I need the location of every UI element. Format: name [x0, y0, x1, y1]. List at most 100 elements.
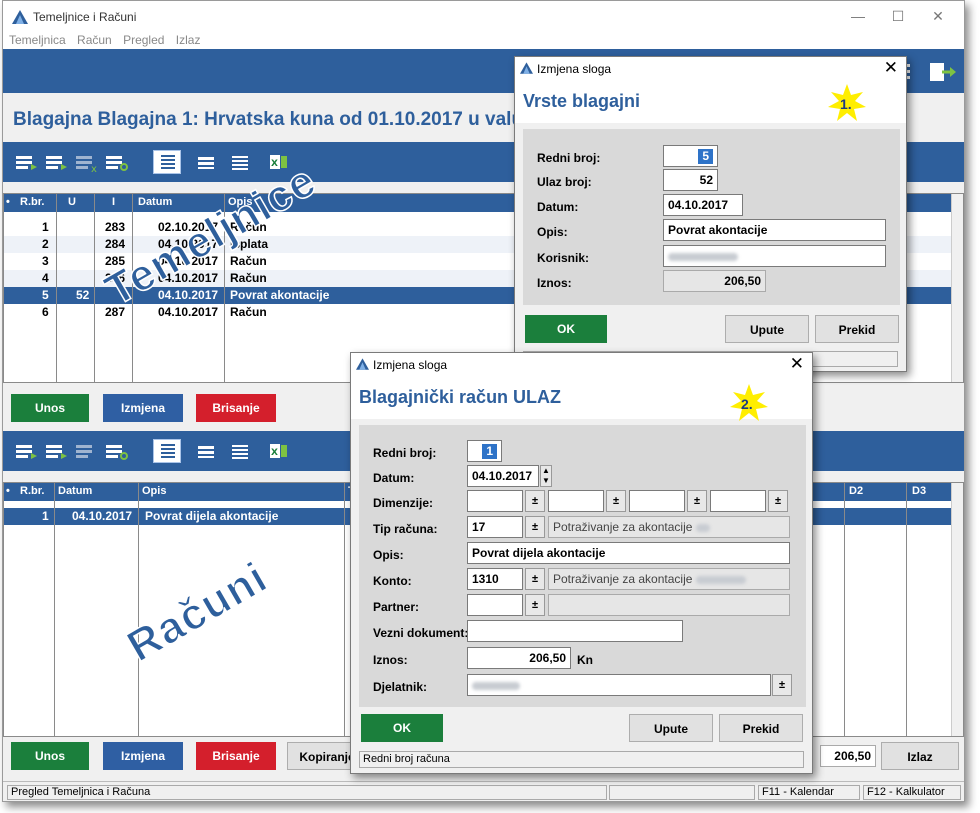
cell-rbr: 1	[42, 220, 49, 234]
view-list-icon[interactable]	[193, 439, 221, 463]
partner-dropdown-icon[interactable]: ±	[525, 594, 545, 616]
dimenzija-1-dropdown-icon[interactable]: ±	[525, 490, 545, 512]
cell-u: 52	[76, 288, 90, 302]
ok-button[interactable]: OK	[361, 714, 443, 742]
temeljnice-unos-button[interactable]: Unos	[11, 394, 89, 422]
menu-racun[interactable]: Račun	[77, 31, 112, 49]
label-datum: Datum:	[537, 200, 579, 214]
dimenzija-2-field[interactable]	[548, 490, 604, 512]
ok-button[interactable]: OK	[525, 315, 607, 343]
col-header-datum[interactable]: Datum	[138, 196, 172, 208]
svg-text:x: x	[91, 164, 97, 174]
redni-broj-field[interactable]: 1	[467, 440, 502, 462]
konto-dropdown-icon[interactable]: ±	[525, 568, 545, 590]
upute-button[interactable]: Upute	[725, 315, 809, 343]
partner-field[interactable]	[467, 594, 523, 616]
close-icon[interactable]: ✕	[884, 58, 898, 78]
close-window-button[interactable]: ✕	[918, 5, 958, 27]
upute-button[interactable]: Upute	[629, 714, 713, 742]
opis-field[interactable]: Povrat dijela akontacije	[467, 542, 790, 564]
iznos-field[interactable]: 206,50	[467, 647, 571, 669]
col-header-d2[interactable]: D2	[849, 485, 863, 497]
maximize-button[interactable]: ☐	[878, 5, 918, 27]
temeljnice-brisanje-button[interactable]: Brisanje	[196, 394, 276, 422]
cell-opis: Račun	[230, 305, 267, 319]
add-row-icon[interactable]	[13, 150, 41, 174]
dimenzija-4-field[interactable]	[710, 490, 766, 512]
opis-field[interactable]: Povrat akontacije	[663, 219, 886, 241]
dialog-title: Izmjena sloga	[373, 358, 448, 372]
label-iznos: Iznos:	[373, 653, 408, 667]
prekid-button[interactable]: Prekid	[815, 315, 899, 343]
delete-row-icon[interactable]: x	[73, 150, 101, 175]
excel-export-icon[interactable]: X	[265, 439, 293, 463]
racuni-unos-button[interactable]: Unos	[11, 742, 89, 770]
edit-row-icon[interactable]	[43, 150, 71, 174]
tip-racuna-dropdown-icon[interactable]: ±	[525, 516, 545, 538]
redacted-value	[668, 252, 738, 261]
refresh-row-icon[interactable]	[103, 439, 131, 463]
delete-row-icon[interactable]	[73, 439, 101, 463]
refresh-row-icon[interactable]	[103, 150, 131, 174]
minimize-button[interactable]: —	[838, 5, 878, 27]
partner-naziv	[548, 594, 790, 616]
view-detail-icon[interactable]	[153, 439, 181, 463]
racuni-izmjena-button[interactable]: Izmjena	[103, 742, 183, 770]
datum-field[interactable]: 04.10.2017	[663, 194, 743, 216]
status-f11[interactable]: F11 - Kalendar	[758, 785, 860, 800]
label-datum: Datum:	[373, 471, 415, 485]
dimenzija-3-dropdown-icon[interactable]: ±	[687, 490, 707, 512]
window-title: Temeljnice i Računi	[33, 10, 137, 24]
menu-pregled[interactable]: Pregled	[123, 31, 164, 49]
korisnik-field[interactable]	[663, 245, 886, 267]
cell-i: 284	[105, 237, 126, 251]
tip-racuna-field[interactable]: 17	[467, 516, 523, 538]
dimenzija-4-dropdown-icon[interactable]: ±	[768, 490, 788, 512]
redni-broj-field[interactable]: 5	[663, 145, 718, 167]
date-spinner-icon[interactable]: ▲ ▼	[540, 465, 552, 487]
status-text: Pregled Temeljnica i Računa	[7, 785, 607, 800]
ulaz-broj-field[interactable]: 52	[663, 169, 718, 191]
col-header-d3[interactable]: D3	[912, 485, 926, 497]
cell-datum: 04.10.2017	[158, 305, 219, 319]
datum-field[interactable]: 04.10.2017	[467, 465, 539, 487]
racuni-scrollbar[interactable]	[951, 483, 963, 736]
label-ulaz-broj: Ulaz broj:	[537, 175, 592, 189]
menu-temeljnica[interactable]: Temeljnica	[9, 31, 66, 49]
view-detail-icon[interactable]	[153, 150, 181, 174]
col-divider	[54, 483, 55, 736]
edit-row-icon[interactable]	[43, 439, 71, 463]
izlaz-button[interactable]: Izlaz	[881, 742, 959, 770]
redacted-value	[695, 523, 710, 532]
racuni-brisanje-button[interactable]: Brisanje	[196, 742, 276, 770]
step-badge-1: 1.	[828, 84, 866, 121]
add-row-icon[interactable]	[13, 439, 41, 463]
col-header-rbr[interactable]: R.br.	[20, 485, 44, 497]
konto-field[interactable]: 1310	[467, 568, 523, 590]
temeljnice-scrollbar[interactable]	[951, 194, 963, 382]
col-header-opis[interactable]: Opis	[142, 485, 166, 497]
view-compact-icon[interactable]	[227, 439, 255, 463]
djelatnik-dropdown-icon[interactable]: ±	[772, 674, 792, 696]
prekid-button[interactable]: Prekid	[719, 714, 803, 742]
djelatnik-field[interactable]	[467, 674, 771, 696]
dimenzija-3-field[interactable]	[629, 490, 685, 512]
cell-opis: Račun	[230, 254, 267, 268]
dimenzija-2-dropdown-icon[interactable]: ±	[606, 490, 626, 512]
vrste-blagajni-dialog: Izmjena sloga ✕ Vrste blagajni 1. Redni …	[514, 56, 907, 372]
vezni-dokument-field[interactable]	[467, 620, 683, 642]
menu-izlaz[interactable]: Izlaz	[176, 31, 201, 49]
close-icon[interactable]: ✕	[790, 354, 804, 374]
col-header-datum[interactable]: Datum	[58, 485, 92, 497]
temeljnice-izmjena-button[interactable]: Izmjena	[103, 394, 183, 422]
col-header-u[interactable]: U	[68, 196, 76, 208]
col-header-rbr[interactable]: R.br.	[20, 196, 44, 208]
col-header-i[interactable]: I	[112, 196, 115, 208]
cell-i: 283	[105, 220, 126, 234]
view-compact-icon[interactable]	[227, 150, 255, 174]
dimenzija-1-field[interactable]	[467, 490, 523, 512]
redacted-value	[695, 575, 746, 584]
status-f12[interactable]: F12 - Kalkulator	[863, 785, 961, 800]
konto-naziv: Potraživanje za akontacije	[548, 568, 790, 590]
view-list-icon[interactable]	[193, 150, 221, 174]
